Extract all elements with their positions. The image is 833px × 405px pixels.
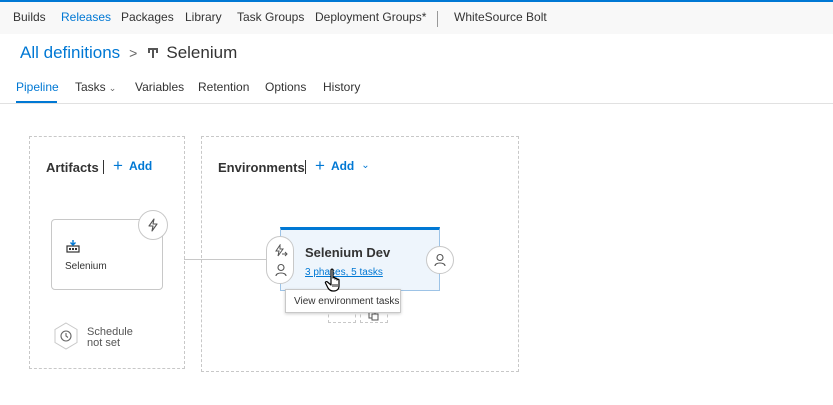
pre-deployment-conditions-icon[interactable] xyxy=(274,244,288,258)
definition-tabs: Pipeline Tasks ⌄ Variables Retention Opti… xyxy=(0,72,833,104)
pre-deployment-conditions xyxy=(266,236,294,284)
nav-separator xyxy=(437,11,438,27)
breadcrumb-all-definitions[interactable]: All definitions xyxy=(20,43,120,63)
environment-card[interactable]: Selenium Dev 3 phases, 5 tasks xyxy=(280,227,440,291)
chevron-down-icon: ⌄ xyxy=(361,160,370,171)
continuous-deployment-trigger[interactable] xyxy=(138,210,168,240)
add-environment-button[interactable]: + Add ⌄ xyxy=(315,157,370,174)
add-artifact-label: Add xyxy=(128,158,153,173)
title-divider xyxy=(103,160,104,174)
breadcrumb: All definitions > Selenium xyxy=(20,42,237,64)
build-artifact-icon xyxy=(66,240,80,253)
title-divider xyxy=(305,160,306,174)
tab-builds[interactable]: Builds xyxy=(13,10,46,24)
tab-variables[interactable]: Variables xyxy=(135,80,184,94)
environment-name: Selenium Dev xyxy=(305,245,391,260)
hand-cursor-icon xyxy=(324,268,340,292)
clock-icon xyxy=(54,322,78,350)
artifacts-title: Artifacts xyxy=(46,160,99,175)
artifact-name: Selenium xyxy=(65,261,107,272)
tab-tasks-label: Tasks xyxy=(75,80,106,94)
pre-deployment-approvers-icon[interactable] xyxy=(274,263,288,277)
active-tab-indicator xyxy=(16,101,57,103)
release-definition-icon xyxy=(148,48,159,58)
chevron-down-icon: ⌄ xyxy=(108,83,117,93)
tab-library[interactable]: Library xyxy=(185,10,222,24)
environments-title: Environments xyxy=(218,160,305,175)
tab-retention[interactable]: Retention xyxy=(198,80,249,94)
lightning-icon xyxy=(148,218,158,232)
tab-task-groups[interactable]: Task Groups xyxy=(237,10,304,24)
tab-whitesource-bolt[interactable]: WhiteSource Bolt xyxy=(454,10,547,24)
tab-tasks[interactable]: Tasks ⌄ xyxy=(75,80,116,94)
post-deployment-approvers[interactable] xyxy=(426,246,454,274)
tab-history[interactable]: History xyxy=(323,80,360,94)
schedule-line-2: not set xyxy=(87,337,121,349)
tab-packages[interactable]: Packages xyxy=(121,10,174,24)
add-environment-label: Add xyxy=(330,158,355,173)
schedule-label: Schedule not set xyxy=(87,327,133,349)
tab-deployment-groups[interactable]: Deployment Groups* xyxy=(315,10,426,24)
plus-icon: + xyxy=(315,156,325,175)
add-artifact-button[interactable]: + Add xyxy=(113,157,152,174)
tab-pipeline[interactable]: Pipeline xyxy=(16,80,59,94)
post-deployment-approvers-icon xyxy=(434,253,446,267)
tab-options[interactable]: Options xyxy=(265,80,306,94)
page-title: Selenium xyxy=(166,43,238,62)
schedule-trigger[interactable]: Schedule not set xyxy=(53,322,173,354)
plus-icon: + xyxy=(113,156,123,175)
top-nav-bar: Builds Releases Packages Library Task Gr… xyxy=(0,0,833,34)
tab-releases[interactable]: Releases xyxy=(61,10,111,24)
breadcrumb-separator: > xyxy=(129,45,138,61)
